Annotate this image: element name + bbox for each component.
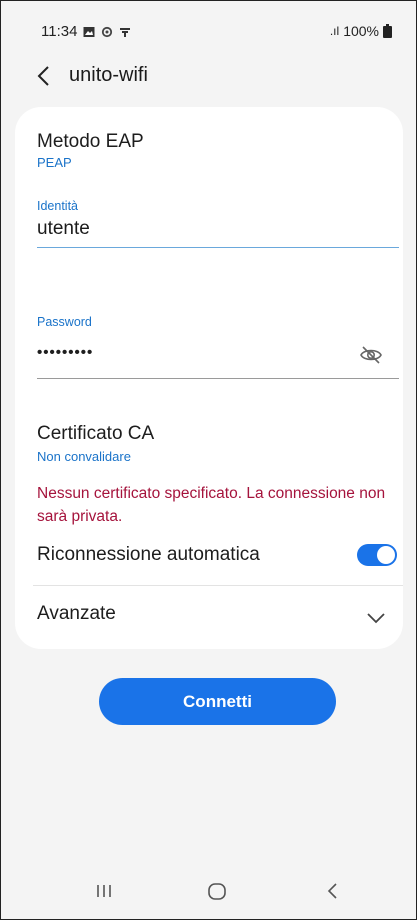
password-label: Password	[37, 315, 92, 329]
password-input[interactable]: •••••••••	[37, 344, 93, 361]
status-right: .ıl 100%	[330, 23, 392, 39]
eye-off-icon[interactable]	[359, 343, 383, 367]
page-title: unito-wifi	[69, 64, 148, 86]
toggle-knob	[377, 546, 395, 564]
chevron-down-icon[interactable]	[365, 611, 387, 625]
status-left: 11:34	[41, 23, 131, 40]
status-time: 11:34	[41, 23, 78, 40]
recent-apps-icon[interactable]	[92, 879, 116, 903]
home-icon[interactable]	[205, 879, 229, 903]
connect-button[interactable]: Connetti	[99, 678, 336, 725]
certificate-warning: Nessun certificato specificato. La conne…	[37, 485, 386, 525]
auto-reconnect-toggle[interactable]	[357, 544, 397, 566]
signal-icon: .ıl	[329, 24, 340, 38]
settings-card: Metodo EAP PEAP Identità utente Password…	[15, 107, 403, 649]
password-underline	[37, 378, 399, 379]
chevron-left-icon[interactable]	[33, 62, 57, 90]
usb-notification-icon	[120, 27, 131, 37]
identity-input[interactable]: utente	[37, 218, 90, 240]
identity-label: Identità	[37, 199, 79, 213]
battery-percent: 100%	[343, 23, 379, 39]
phone-screen: 11:34 .ıl 100% unito-wifi Metodo EAP PEA…	[0, 0, 417, 920]
eap-method-title[interactable]: Metodo EAP	[37, 131, 144, 153]
battery-icon	[383, 24, 392, 38]
identity-underline	[37, 247, 399, 248]
eap-method-value[interactable]: PEAP	[37, 155, 72, 170]
navigation-bar	[1, 859, 416, 919]
back-icon[interactable]	[321, 879, 345, 903]
gallery-notification-icon	[83, 26, 95, 37]
row-divider	[33, 585, 403, 586]
app-header: unito-wifi	[1, 56, 416, 96]
status-bar: 11:34 .ıl 100%	[1, 1, 416, 61]
auto-reconnect-label: Riconnessione automatica	[37, 544, 260, 565]
advanced-label[interactable]: Avanzate	[37, 603, 116, 625]
ca-certificate-value[interactable]: Non convalidare	[37, 449, 131, 464]
ca-certificate-title[interactable]: Certificato CA	[37, 423, 154, 445]
settings-notification-icon	[102, 26, 113, 37]
